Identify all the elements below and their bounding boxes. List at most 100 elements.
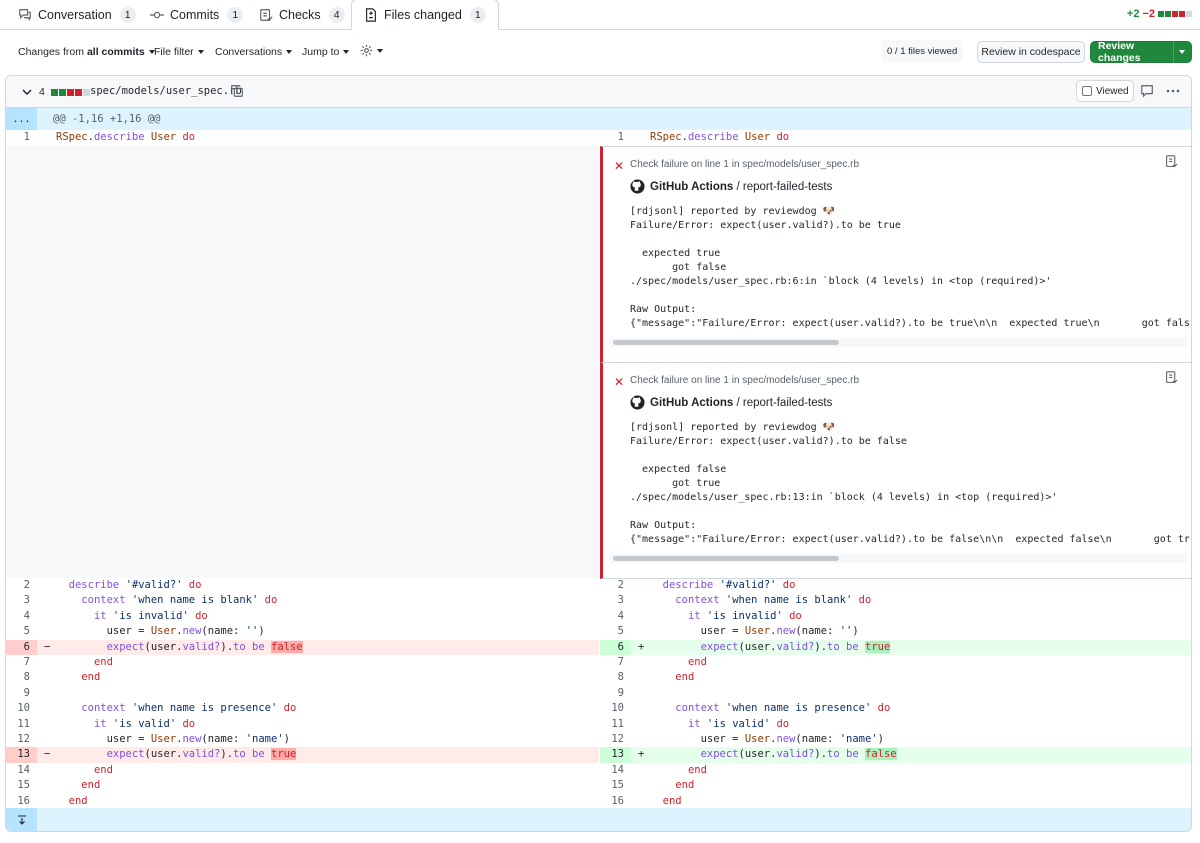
- annotation-line: got false: [630, 261, 727, 273]
- line-number[interactable]: 14: [6, 763, 37, 778]
- line-number[interactable]: 13: [6, 747, 37, 763]
- caret-down-icon: [197, 50, 204, 54]
- file-name[interactable]: spec/models/user_spec.rb: [90, 85, 242, 97]
- copy-icon[interactable]: [230, 84, 244, 98]
- diff-settings-button[interactable]: [360, 44, 383, 57]
- diffstat-added: +2: [1126, 8, 1140, 20]
- diff-line: 12 user = User.new(name: 'name'): [6, 732, 599, 747]
- tab-conversation-label: Conversation: [38, 8, 112, 22]
- line-number[interactable]: 7: [6, 655, 37, 670]
- review-changes-button[interactable]: Review changes: [1090, 40, 1192, 64]
- code-token: valid?: [182, 640, 221, 653]
- chevron-down-icon[interactable]: [22, 87, 32, 97]
- tab-commits[interactable]: Commits 1: [150, 0, 244, 30]
- viewed-checkbox[interactable]: [1082, 86, 1092, 96]
- code-token: user =: [650, 625, 745, 638]
- line-number[interactable]: 1: [600, 130, 631, 145]
- comment-discussion-icon: [18, 8, 32, 22]
- code-token: do: [182, 717, 196, 730]
- line-number[interactable]: 3: [600, 593, 631, 608]
- code-text: context 'when name is presence' do: [650, 701, 890, 716]
- code-token: User: [150, 733, 177, 745]
- annotation-app[interactable]: GitHub Actions: [650, 181, 733, 193]
- line-number[interactable]: 8: [6, 670, 37, 685]
- line-number[interactable]: 16: [600, 794, 631, 809]
- github-icon: [630, 395, 645, 410]
- comment-icon[interactable]: [1140, 84, 1154, 98]
- annotation-line: Raw Output:: [630, 303, 697, 315]
- line-number[interactable]: 5: [600, 624, 631, 639]
- diff-line: 10 context 'when name is presence' do: [6, 701, 599, 716]
- expand-down-icon[interactable]: [6, 808, 37, 831]
- line-number[interactable]: 14: [600, 763, 631, 778]
- line-number[interactable]: 12: [6, 732, 37, 747]
- expand-up-button[interactable]: ...: [6, 108, 37, 130]
- code-text: end: [650, 778, 694, 793]
- line-number[interactable]: 10: [600, 701, 631, 716]
- annotation-menu-icon[interactable]: [1165, 371, 1178, 384]
- annotation-title: Check failure on line 1 in spec/models/u…: [630, 375, 860, 386]
- line-number[interactable]: 3: [6, 593, 37, 608]
- horizontal-scrollbar[interactable]: [613, 340, 839, 345]
- line-number[interactable]: 12: [600, 732, 631, 747]
- line-number[interactable]: 5: [6, 624, 37, 639]
- diff-line: 10 context 'when name is presence' do: [600, 701, 1191, 716]
- kebab-horizontal-icon[interactable]: [1165, 83, 1181, 99]
- line-number[interactable]: 1: [6, 130, 37, 145]
- code-token: ).: [814, 748, 828, 761]
- line-number[interactable]: 9: [600, 686, 631, 701]
- code-token: end: [81, 779, 101, 792]
- horizontal-scrollbar[interactable]: [613, 556, 839, 561]
- line-number[interactable]: 7: [600, 655, 631, 670]
- diff-line: 2 describe '#valid?' do: [600, 578, 1191, 593]
- code-token: false: [865, 748, 897, 761]
- line-number[interactable]: 2: [6, 578, 37, 593]
- caret-down-icon: [1179, 50, 1185, 54]
- annotation-job[interactable]: report-failed-tests: [743, 397, 832, 409]
- line-number[interactable]: 15: [600, 778, 631, 793]
- line-number[interactable]: 2: [600, 578, 631, 593]
- code-text: end: [650, 655, 707, 670]
- code-token: end: [93, 763, 113, 776]
- annotation-source: GitHub Actions / report-failed-tests: [630, 395, 832, 410]
- code-text: expect(user.valid?).to be true: [650, 640, 891, 655]
- line-number[interactable]: 11: [600, 717, 631, 732]
- line-number[interactable]: 10: [6, 701, 37, 716]
- line-number[interactable]: 11: [6, 717, 37, 732]
- code-token: new: [776, 733, 796, 745]
- line-number[interactable]: 15: [6, 778, 37, 793]
- code-text: user = User.new(name: 'name'): [56, 732, 290, 747]
- line-number[interactable]: 4: [600, 609, 631, 624]
- caret-down-icon: [286, 50, 293, 54]
- line-number[interactable]: 8: [600, 670, 631, 685]
- code-text: context 'when name is presence' do: [56, 701, 296, 716]
- line-number[interactable]: 16: [6, 794, 37, 809]
- annotation-message: [rdjsonl] reported by reviewdog 🐶 Failure…: [630, 421, 1190, 546]
- tab-commits-label: Commits: [170, 8, 220, 22]
- tab-files-changed[interactable]: Files changed 1: [351, 0, 499, 30]
- code-token: context: [675, 702, 720, 715]
- diff-line: 9: [6, 686, 599, 701]
- annotation-menu-icon[interactable]: [1165, 155, 1178, 168]
- line-number[interactable]: 6: [600, 639, 631, 655]
- jump-to-dropdown[interactable]: Jump to: [302, 46, 350, 58]
- viewed-checkbox-button[interactable]: Viewed: [1076, 80, 1134, 102]
- code-token: 'when name is blank': [131, 594, 259, 607]
- line-number[interactable]: 4: [6, 609, 37, 624]
- annotation-job[interactable]: report-failed-tests: [743, 181, 832, 193]
- line-number[interactable]: 6: [6, 639, 37, 655]
- tab-conversation[interactable]: Conversation 1: [18, 0, 136, 30]
- file-filter-dropdown[interactable]: File filter: [154, 46, 204, 58]
- code-token: describe: [68, 579, 120, 591]
- changes-from-dropdown[interactable]: Changes from all commits: [18, 46, 155, 58]
- annotation-line: expected false: [630, 463, 727, 475]
- annotation-app[interactable]: GitHub Actions: [650, 397, 733, 409]
- conversations-dropdown[interactable]: Conversations: [215, 46, 293, 58]
- review-in-codespace-button[interactable]: Review in codespace: [977, 41, 1085, 63]
- line-number[interactable]: 13: [600, 747, 631, 763]
- tab-checks[interactable]: Checks 4: [259, 0, 345, 30]
- line-number[interactable]: 9: [6, 686, 37, 701]
